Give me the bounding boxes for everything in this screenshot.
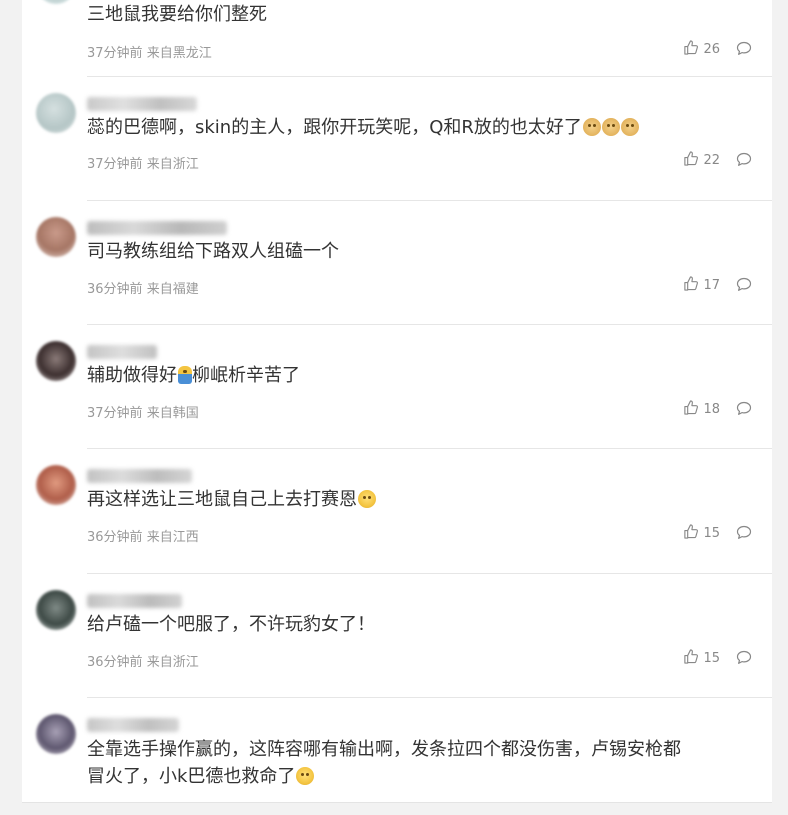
thumbs-up-icon: [683, 649, 699, 668]
comment-text: 辅助做得好 柳岷析辛苦了: [87, 365, 300, 386]
comment-item: 给卢磕一个吧服了，不许玩豹女了！ 36分钟前 来自浙江 15: [36, 574, 772, 698]
reply-button[interactable]: [736, 41, 752, 60]
comment-time: 36分钟前: [87, 655, 143, 670]
like-button[interactable]: 26: [683, 40, 720, 59]
like-count: 22: [703, 153, 720, 168]
comment-meta: 37分钟前 来自韩国: [87, 402, 199, 421]
dog-emoji: [620, 118, 639, 136]
like-button[interactable]: 18: [683, 400, 720, 419]
like-button[interactable]: 22: [683, 151, 720, 170]
comment-location: 来自福建: [146, 282, 199, 297]
reply-button[interactable]: [736, 525, 752, 544]
comment-item: 蕊的巴德啊，skin的主人，跟你开玩笑呢，Q和R放的也太好了 37分钟前 来自浙…: [36, 77, 772, 201]
username[interactable]: [87, 345, 157, 359]
comment-time: 36分钟前: [87, 282, 143, 297]
avatar[interactable]: [36, 341, 76, 381]
comment-text: 全靠选手操作赢的，这阵容哪有输出啊，发条拉四个都没伤害，卢锡安枪都 冒火了，小k…: [87, 739, 681, 787]
avatar[interactable]: [36, 714, 76, 754]
reply-button[interactable]: [736, 650, 752, 669]
comment-text: 三地鼠我要给你们整死: [87, 4, 267, 25]
avatar[interactable]: [36, 93, 76, 133]
dog-emoji: [601, 118, 620, 136]
avatar[interactable]: [36, 465, 76, 505]
comment-panel: 三地鼠我要给你们整死 37分钟前 来自黑龙江 26 蕊的巴德啊，skin的主人，…: [22, 0, 772, 803]
avatar[interactable]: [36, 590, 76, 630]
thumbs-up-icon: [683, 400, 699, 419]
comment-bubble-icon: [736, 401, 752, 420]
comment-meta: 36分钟前 来自江西: [87, 526, 199, 545]
username[interactable]: [87, 97, 197, 111]
comment-location: 来自江西: [146, 530, 199, 545]
username[interactable]: [87, 221, 227, 235]
comment-bubble-icon: [736, 277, 752, 296]
thumbs-up-icon: [683, 151, 699, 170]
like-button[interactable]: 15: [683, 524, 720, 543]
smile-emoji: [296, 767, 315, 785]
comment-time: 37分钟前: [87, 406, 143, 421]
comment-meta: 36分钟前 来自浙江: [87, 651, 199, 670]
comment-time: 37分钟前: [87, 46, 143, 61]
username[interactable]: [87, 594, 182, 608]
comment-meta: 36分钟前 来自福建: [87, 278, 199, 297]
comment-time: 37分钟前: [87, 157, 143, 172]
comment-location: 来自黑龙江: [146, 46, 212, 61]
comment-location: 来自韩国: [146, 406, 199, 421]
reply-button[interactable]: [736, 401, 752, 420]
comment-meta: 37分钟前 来自浙江: [87, 153, 199, 172]
thumbs-up-icon: [683, 40, 699, 59]
comment-bubble-icon: [736, 525, 752, 544]
dog-emoji: [582, 118, 601, 136]
comment-text: 蕊的巴德啊，skin的主人，跟你开玩笑呢，Q和R放的也太好了: [87, 115, 639, 141]
comment-item: 再这样选让三地鼠自己上去打赛恩 36分钟前 来自江西 15: [36, 449, 772, 574]
comment-meta: 37分钟前 来自黑龙江: [87, 42, 212, 61]
comment-bubble-icon: [736, 650, 752, 669]
comment-item: 司马教练组给下路双人组磕一个 36分钟前 来自福建 17: [36, 201, 772, 325]
comment-text: 给卢磕一个吧服了，不许玩豹女了！: [87, 614, 375, 635]
comment-time: 36分钟前: [87, 530, 143, 545]
username[interactable]: [87, 469, 192, 483]
like-count: 15: [703, 651, 720, 666]
like-count: 15: [703, 526, 720, 541]
comment-location: 来自浙江: [146, 157, 199, 172]
avatar[interactable]: [36, 0, 76, 4]
kid-emoji: [178, 366, 192, 384]
comment-item: 辅助做得好 柳岷析辛苦了 37分钟前 来自韩国 18: [36, 325, 772, 449]
grin-emoji: [358, 490, 376, 508]
avatar[interactable]: [36, 217, 76, 257]
like-button[interactable]: 17: [683, 276, 720, 295]
thumbs-up-icon: [683, 276, 699, 295]
reply-button[interactable]: [736, 152, 752, 171]
comment-location: 来自浙江: [146, 655, 199, 670]
comment-bubble-icon: [736, 152, 752, 171]
comment-text: 再这样选让三地鼠自己上去打赛恩: [87, 487, 376, 513]
like-count: 26: [703, 42, 720, 57]
comment-text: 司马教练组给下路双人组磕一个: [87, 241, 339, 262]
like-count: 17: [703, 278, 720, 293]
reply-button[interactable]: [736, 277, 752, 296]
username[interactable]: [87, 718, 179, 732]
comment-item: 三地鼠我要给你们整死 37分钟前 来自黑龙江 26: [36, 0, 772, 77]
thumbs-up-icon: [683, 524, 699, 543]
like-count: 18: [703, 402, 720, 417]
comment-bubble-icon: [736, 41, 752, 60]
like-button[interactable]: 15: [683, 649, 720, 668]
comment-item: 全靠选手操作赢的，这阵容哪有输出啊，发条拉四个都没伤害，卢锡安枪都 冒火了，小k…: [36, 698, 772, 806]
